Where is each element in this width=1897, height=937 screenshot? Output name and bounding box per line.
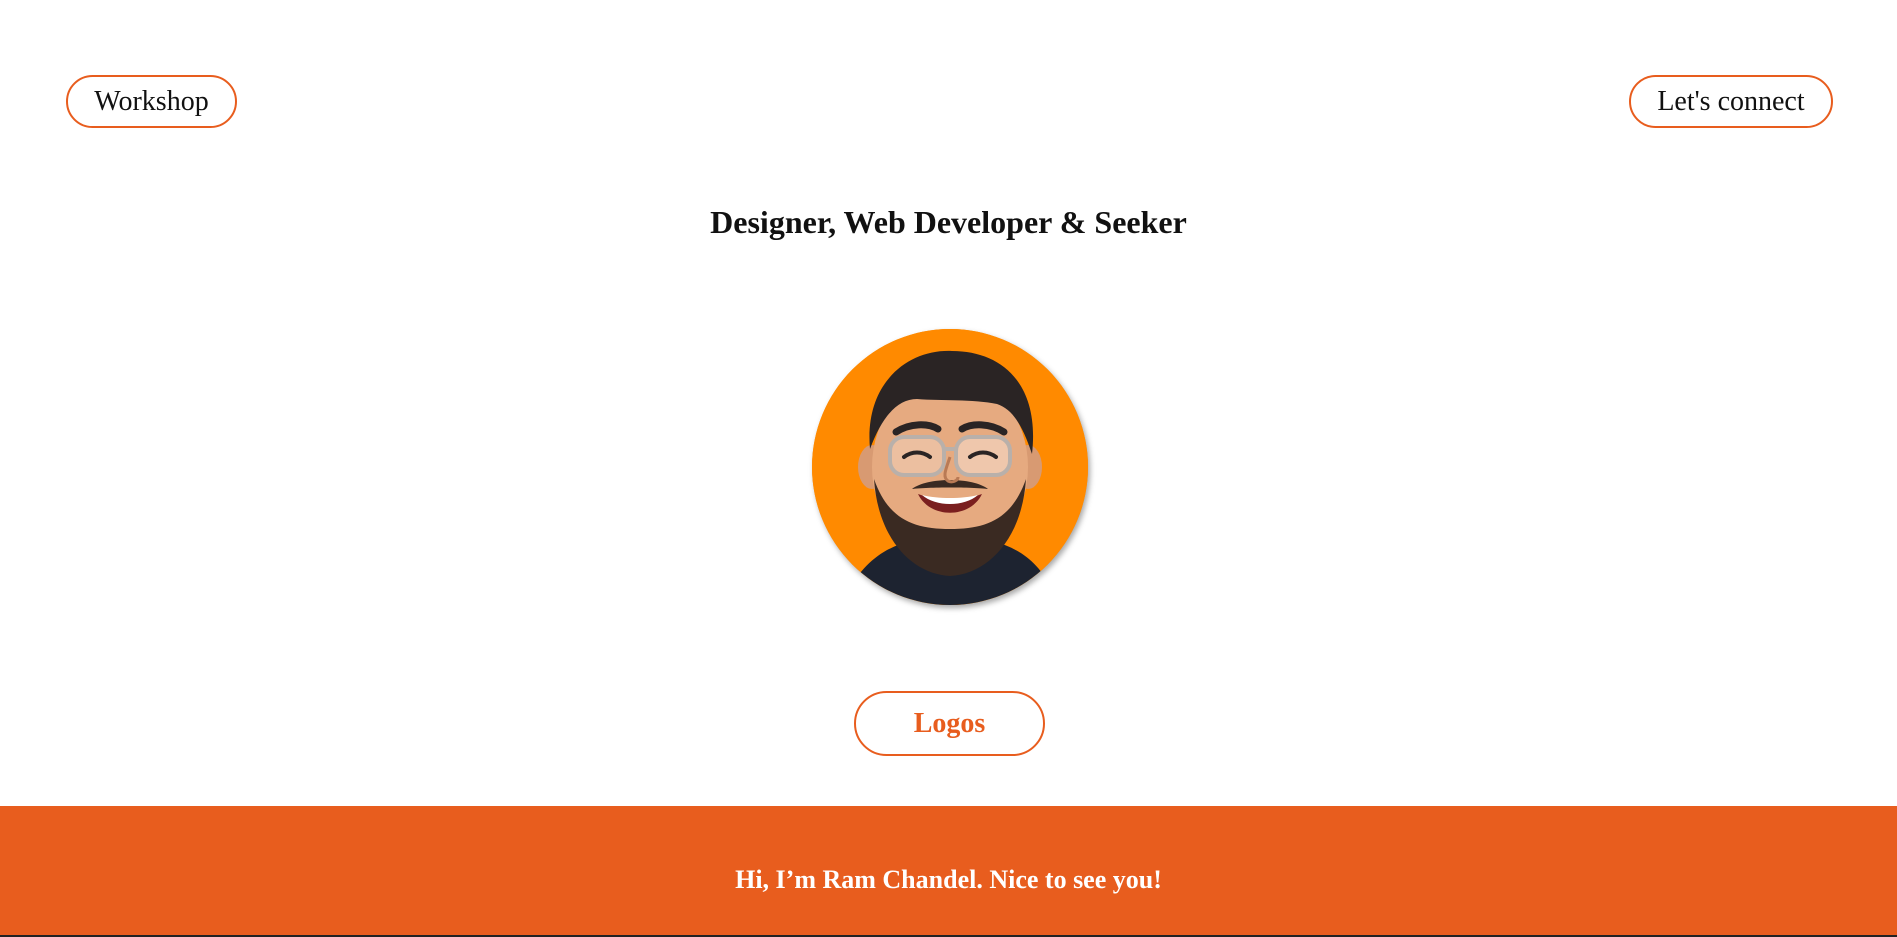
footer: Hi, I’m Ram Chandel. Nice to see you! [0,806,1897,937]
avatar [812,329,1088,605]
footer-greeting: Hi, I’m Ram Chandel. Nice to see you! [735,864,1162,894]
page: Workshop Let's connect Designer, Web Dev… [0,0,1897,937]
page-title: Designer, Web Developer & Seeker [710,204,1187,240]
avatar-illustration [812,329,1088,605]
lets-connect-button[interactable]: Let's connect [1629,75,1833,128]
workshop-button[interactable]: Workshop [66,75,237,128]
logos-button[interactable]: Logos [854,691,1045,756]
